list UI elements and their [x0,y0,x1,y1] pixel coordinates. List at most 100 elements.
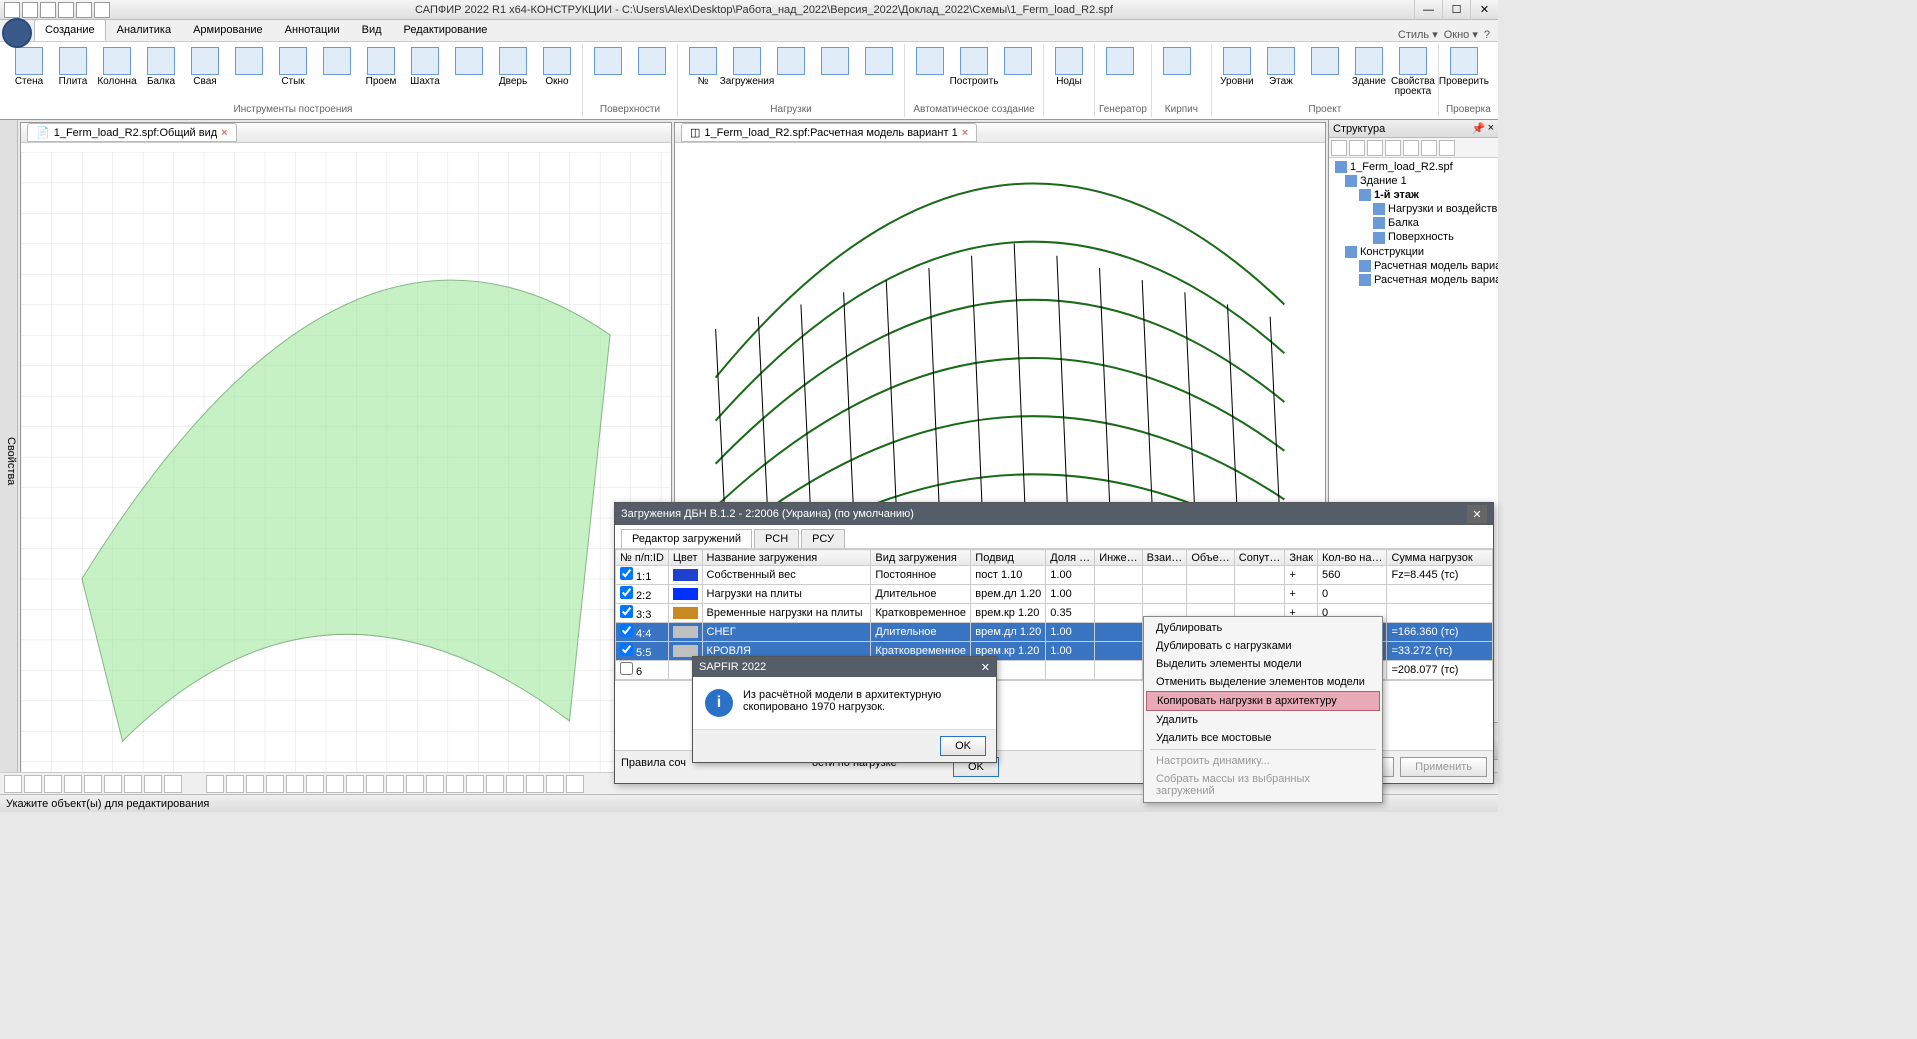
ribbon-button[interactable] [858,44,900,100]
tb-icon[interactable] [1439,140,1455,156]
qat-undo-icon[interactable] [58,2,74,18]
column-header[interactable]: Сопут… [1234,550,1285,566]
tool-icon[interactable] [164,775,182,793]
tree-node[interactable]: Конструкции [1331,245,1496,259]
context-menu-item[interactable]: Дублировать [1146,619,1380,637]
ribbon-button[interactable]: Проверить [1443,44,1485,100]
msgbox-close-button[interactable]: ✕ [981,661,990,674]
help-icon[interactable]: ? [1484,29,1490,41]
tb-icon[interactable] [1403,140,1419,156]
ribbon-button[interactable] [1099,44,1141,100]
tool-icon[interactable] [64,775,82,793]
dlg-tab-rsn[interactable]: РСН [754,529,799,548]
row-checkbox[interactable] [620,643,633,656]
msgbox-title-bar[interactable]: SAPFIR 2022 ✕ [693,657,996,677]
tree-node[interactable]: Нагрузки и воздействия [1331,202,1496,216]
tool-icon[interactable] [526,775,544,793]
ribbon-button[interactable] [770,44,812,100]
column-header[interactable]: Название загружения [702,550,871,566]
column-header[interactable]: Кол-во на… [1318,550,1387,566]
ribbon-button[interactable] [448,44,490,100]
tb-icon[interactable] [1367,140,1383,156]
tool-icon[interactable] [546,775,564,793]
dialog-close-button[interactable]: ✕ [1467,505,1487,523]
window-dropdown[interactable]: Окно ▾ [1444,28,1478,41]
tool-icon[interactable] [566,775,584,793]
tool-icon[interactable] [426,775,444,793]
ribbon-button[interactable]: Построить [953,44,995,100]
qat-save-icon[interactable] [40,2,56,18]
close-icon[interactable]: × [962,127,968,139]
ribbon-button[interactable]: Загружения [726,44,768,100]
row-checkbox[interactable] [620,662,633,675]
tree-node[interactable]: Здание 1 [1331,174,1496,188]
tool-icon[interactable] [486,775,504,793]
dlg-tab-rsu[interactable]: РСУ [801,529,845,548]
ribbon-button[interactable] [631,44,673,100]
column-header[interactable]: Цвет [668,550,702,566]
ribbon-button[interactable]: Дверь [492,44,534,100]
tab-view[interactable]: Вид [351,19,393,41]
tool-icon[interactable] [104,775,122,793]
tb-icon[interactable] [1349,140,1365,156]
column-header[interactable]: Вид загружения [871,550,971,566]
row-checkbox[interactable] [620,586,633,599]
context-menu-item[interactable]: Выделить элементы модели [1146,655,1380,673]
ribbon-button[interactable]: Колонна [96,44,138,100]
qat-open-icon[interactable] [22,2,38,18]
qat-redo-icon[interactable] [76,2,92,18]
row-checkbox[interactable] [620,624,633,637]
minimize-button[interactable]: — [1414,0,1442,20]
tool-icon[interactable] [24,775,42,793]
row-checkbox[interactable] [620,567,633,580]
column-header[interactable]: Подвид [971,550,1046,566]
tab-reinforce[interactable]: Армирование [182,19,274,41]
table-row[interactable]: 1:1Собственный весПостоянноепост 1.101.0… [616,566,1493,585]
tool-icon[interactable] [4,775,22,793]
pin-icon[interactable]: 📌 [1472,122,1486,135]
context-menu-item[interactable]: Удалить [1146,711,1380,729]
tool-icon[interactable] [366,775,384,793]
ribbon-button[interactable]: Этаж [1260,44,1302,100]
ribbon-button[interactable] [814,44,856,100]
row-checkbox[interactable] [620,605,633,618]
close-icon[interactable]: × [1488,122,1494,135]
tool-icon[interactable] [306,775,324,793]
tab-edit[interactable]: Редактирование [393,19,499,41]
table-row[interactable]: 2:2Нагрузки на плитыДлительноеврем.дл 1.… [616,585,1493,604]
msgbox-ok-button[interactable]: OK [940,736,986,756]
tool-icon[interactable] [406,775,424,793]
context-menu-item[interactable]: Копировать нагрузки в архитектуру [1146,691,1380,711]
column-header[interactable]: Взаи… [1142,550,1187,566]
tb-icon[interactable] [1421,140,1437,156]
ribbon-button[interactable] [909,44,951,100]
tab-analytics[interactable]: Аналитика [106,19,182,41]
ribbon-button[interactable]: Здание [1348,44,1390,100]
ribbon-button[interactable]: Ноды [1048,44,1090,100]
tool-icon[interactable] [206,775,224,793]
tool-icon[interactable] [446,775,464,793]
ribbon-button[interactable] [997,44,1039,100]
ribbon-button[interactable]: Шахта [404,44,446,100]
tree-node[interactable]: Расчетная модель вариант 1-В [1331,273,1496,287]
ribbon-button[interactable]: Балка [140,44,182,100]
dialog-apply-button[interactable]: Применить [1400,757,1487,777]
tree-node[interactable]: Балка [1331,216,1496,230]
tool-icon[interactable] [346,775,364,793]
properties-side-tab[interactable]: Свойства [0,120,18,794]
context-menu-item[interactable]: Дублировать с нагрузками [1146,637,1380,655]
tool-icon[interactable] [286,775,304,793]
tool-icon[interactable] [506,775,524,793]
qat-new-icon[interactable] [4,2,20,18]
view-right-tab[interactable]: ◫ 1_Ferm_load_R2.spf:Расчетная модель ва… [681,123,977,142]
ribbon-button[interactable]: Уровни [1216,44,1258,100]
tab-annot[interactable]: Аннотации [274,19,351,41]
ribbon-button[interactable]: Плита [52,44,94,100]
ribbon-button[interactable]: Свойства проекта [1392,44,1434,100]
ribbon-button[interactable]: Стена [8,44,50,100]
tool-icon[interactable] [466,775,484,793]
tb-icon[interactable] [1331,140,1347,156]
qat-print-icon[interactable] [94,2,110,18]
ribbon-button[interactable]: Свая [184,44,226,100]
ribbon-button[interactable]: Окно [536,44,578,100]
